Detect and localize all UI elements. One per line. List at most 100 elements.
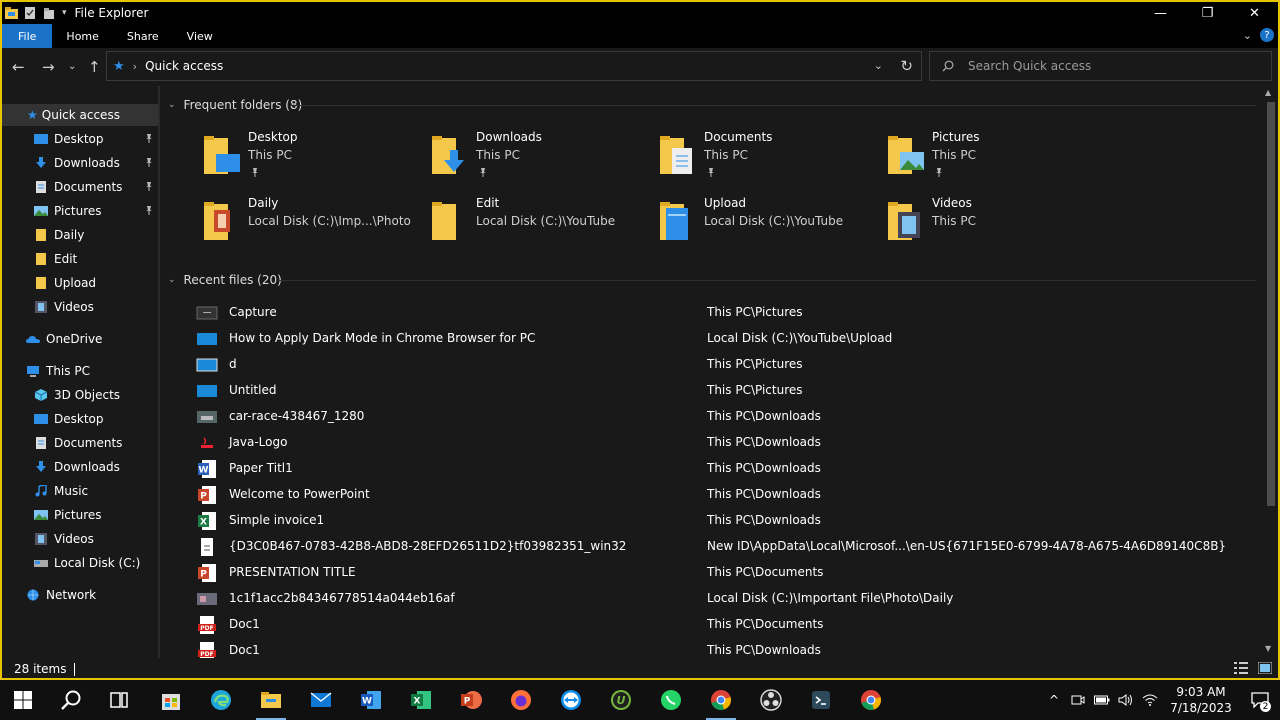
address-dropdown-icon[interactable]: ⌄ [874, 59, 883, 72]
large-icons-view-icon[interactable] [1258, 662, 1272, 674]
taskbar-obs-app[interactable] [748, 680, 794, 720]
new-folder-icon[interactable] [43, 7, 56, 19]
taskbar-chrome-app-2[interactable] [848, 680, 894, 720]
taskbar-word-app[interactable]: W [348, 680, 394, 720]
nav-onedrive[interactable]: OneDrive [26, 328, 102, 350]
frequent-folder-upload[interactable]: Upload Local Disk (C:)\YouTube [658, 196, 878, 252]
taskbar-excel-app[interactable]: X [398, 680, 444, 720]
address-bar[interactable]: ★ › Quick access ⌄ ↻ [106, 51, 922, 81]
nav-pc-downloads[interactable]: Downloads [34, 456, 120, 478]
recent-file-row[interactable]: P Welcome to PowerPoint This PC\Download… [190, 482, 1250, 508]
taskbar-whatsapp-app[interactable] [648, 680, 694, 720]
start-button[interactable] [0, 680, 46, 720]
taskbar-terminal-app[interactable] [798, 680, 844, 720]
pin-icon[interactable] [478, 167, 488, 177]
nav-item-upload[interactable]: Upload [34, 272, 96, 294]
recent-file-row[interactable]: PDF Doc1 This PC\Downloads [190, 638, 1250, 658]
address-path[interactable]: Quick access [145, 59, 223, 73]
recent-file-row[interactable]: PDF Doc1 This PC\Documents [190, 612, 1250, 638]
recent-file-row[interactable]: X Simple invoice1 This PC\Downloads [190, 508, 1250, 534]
recent-file-row[interactable]: car-race-438467_1280 This PC\Downloads [190, 404, 1250, 430]
close-button[interactable]: ✕ [1231, 2, 1278, 24]
customize-toolbar-icon[interactable]: ▾ [62, 8, 67, 18]
frequent-folder-daily[interactable]: Daily Local Disk (C:)\Imp...\Photo [202, 196, 422, 252]
nav-item-pictures[interactable]: Pictures [34, 200, 158, 222]
nav-pc-desktop[interactable]: Desktop [34, 408, 104, 430]
scrollbar-thumb[interactable] [1267, 102, 1275, 506]
nav-pc-3d-objects[interactable]: 3D Objects [34, 384, 120, 406]
taskbar-teamviewer-app[interactable] [548, 680, 594, 720]
collapse-chevron-icon[interactable]: ⌄ [168, 100, 176, 110]
battery-icon[interactable] [1090, 680, 1114, 720]
vertical-scrollbar[interactable]: ▲ ▼ [1264, 86, 1278, 658]
pin-icon[interactable] [144, 157, 154, 167]
up-arrow-icon[interactable]: ↑ [88, 58, 101, 76]
maximize-button[interactable]: ❐ [1184, 2, 1231, 24]
taskbar-mail-app[interactable] [298, 680, 344, 720]
nav-quick-access[interactable]: ★ Quick access [2, 104, 158, 126]
taskbar-search-button[interactable] [48, 680, 94, 720]
help-icon[interactable]: ? [1260, 28, 1274, 42]
pin-icon[interactable] [250, 167, 260, 177]
expand-ribbon-icon[interactable]: ⌄ [1243, 29, 1252, 42]
frequent-folder-documents[interactable]: Documents This PC [658, 130, 878, 186]
taskbar-edge-app[interactable] [198, 680, 244, 720]
meet-now-icon[interactable] [1066, 680, 1090, 720]
search-box[interactable] [929, 51, 1272, 81]
nav-item-documents[interactable]: Documents [34, 176, 158, 198]
frequent-folder-pictures[interactable]: Pictures This PC [886, 130, 1106, 186]
nav-pc-local-disk[interactable]: Local Disk (C:) [34, 552, 140, 574]
taskbar-store-app[interactable] [148, 680, 194, 720]
taskbar-utorrent-app[interactable]: U [598, 680, 644, 720]
nav-pc-pictures[interactable]: Pictures [34, 504, 102, 526]
nav-item-edit[interactable]: Edit [34, 248, 77, 270]
nav-item-videos[interactable]: Videos [34, 296, 94, 318]
tab-share[interactable]: Share [113, 24, 173, 48]
nav-item-desktop[interactable]: Desktop [34, 128, 158, 150]
collapse-chevron-icon[interactable]: ⌄ [168, 275, 176, 285]
recent-file-row[interactable]: Capture This PC\Pictures [190, 300, 1250, 326]
recent-file-row[interactable]: 1c1f1acc2b84346778514a044eb16af Local Di… [190, 586, 1250, 612]
pin-icon[interactable] [934, 167, 944, 177]
recent-file-row[interactable]: d This PC\Pictures [190, 352, 1250, 378]
nav-pc-documents[interactable]: Documents [34, 432, 122, 454]
pin-icon[interactable] [144, 133, 154, 143]
taskbar-file-explorer-app[interactable] [248, 680, 294, 720]
task-view-button[interactable] [96, 680, 142, 720]
pin-icon[interactable] [706, 167, 716, 177]
wifi-icon[interactable] [1138, 680, 1162, 720]
recent-files-header[interactable]: ⌄ Recent files (20) [168, 273, 282, 287]
nav-item-downloads[interactable]: Downloads [34, 152, 158, 174]
frequent-folder-desktop[interactable]: Desktop This PC [202, 130, 422, 186]
scroll-down-arrow-icon[interactable]: ▼ [1265, 644, 1271, 653]
nav-pc-music[interactable]: Music [34, 480, 88, 502]
back-arrow-icon[interactable]: ← [12, 58, 25, 76]
frequent-folder-downloads[interactable]: Downloads This PC [430, 130, 650, 186]
taskbar-chrome-app[interactable] [698, 680, 744, 720]
notification-center-button[interactable]: 2 [1240, 680, 1280, 720]
refresh-icon[interactable]: ↻ [900, 57, 913, 75]
search-input[interactable] [968, 59, 1248, 73]
details-view-icon[interactable] [1234, 662, 1248, 674]
volume-icon[interactable] [1114, 680, 1138, 720]
frequent-folder-videos[interactable]: Videos This PC [886, 196, 1106, 252]
minimize-button[interactable]: — [1137, 2, 1184, 24]
nav-network[interactable]: Network [26, 584, 96, 606]
frequent-folder-edit[interactable]: Edit Local Disk (C:)\YouTube [430, 196, 650, 252]
system-clock[interactable]: 9:03 AM 7/18/2023 [1162, 684, 1240, 716]
forward-arrow-icon[interactable]: → [42, 58, 55, 76]
nav-item-daily[interactable]: Daily [34, 224, 84, 246]
nav-this-pc[interactable]: This PC [26, 360, 90, 382]
recent-file-row[interactable]: Untitled This PC\Pictures [190, 378, 1250, 404]
recent-file-row[interactable]: P PRESENTATION TITLE This PC\Documents [190, 560, 1250, 586]
recent-locations-chevron-icon[interactable]: ⌄ [68, 61, 76, 72]
breadcrumb-chevron-icon[interactable]: › [133, 60, 137, 73]
taskbar-firefox-app[interactable] [498, 680, 544, 720]
pin-icon[interactable] [144, 205, 154, 215]
pin-icon[interactable] [144, 181, 154, 191]
nav-pc-videos[interactable]: Videos [34, 528, 94, 550]
properties-icon[interactable] [24, 7, 37, 19]
recent-file-row[interactable]: {D3C0B467-0783-42B8-ABD8-28EFD26511D2}tf… [190, 534, 1250, 560]
recent-file-row[interactable]: W Paper Titl1 This PC\Downloads [190, 456, 1250, 482]
recent-file-row[interactable]: How to Apply Dark Mode in Chrome Browser… [190, 326, 1250, 352]
